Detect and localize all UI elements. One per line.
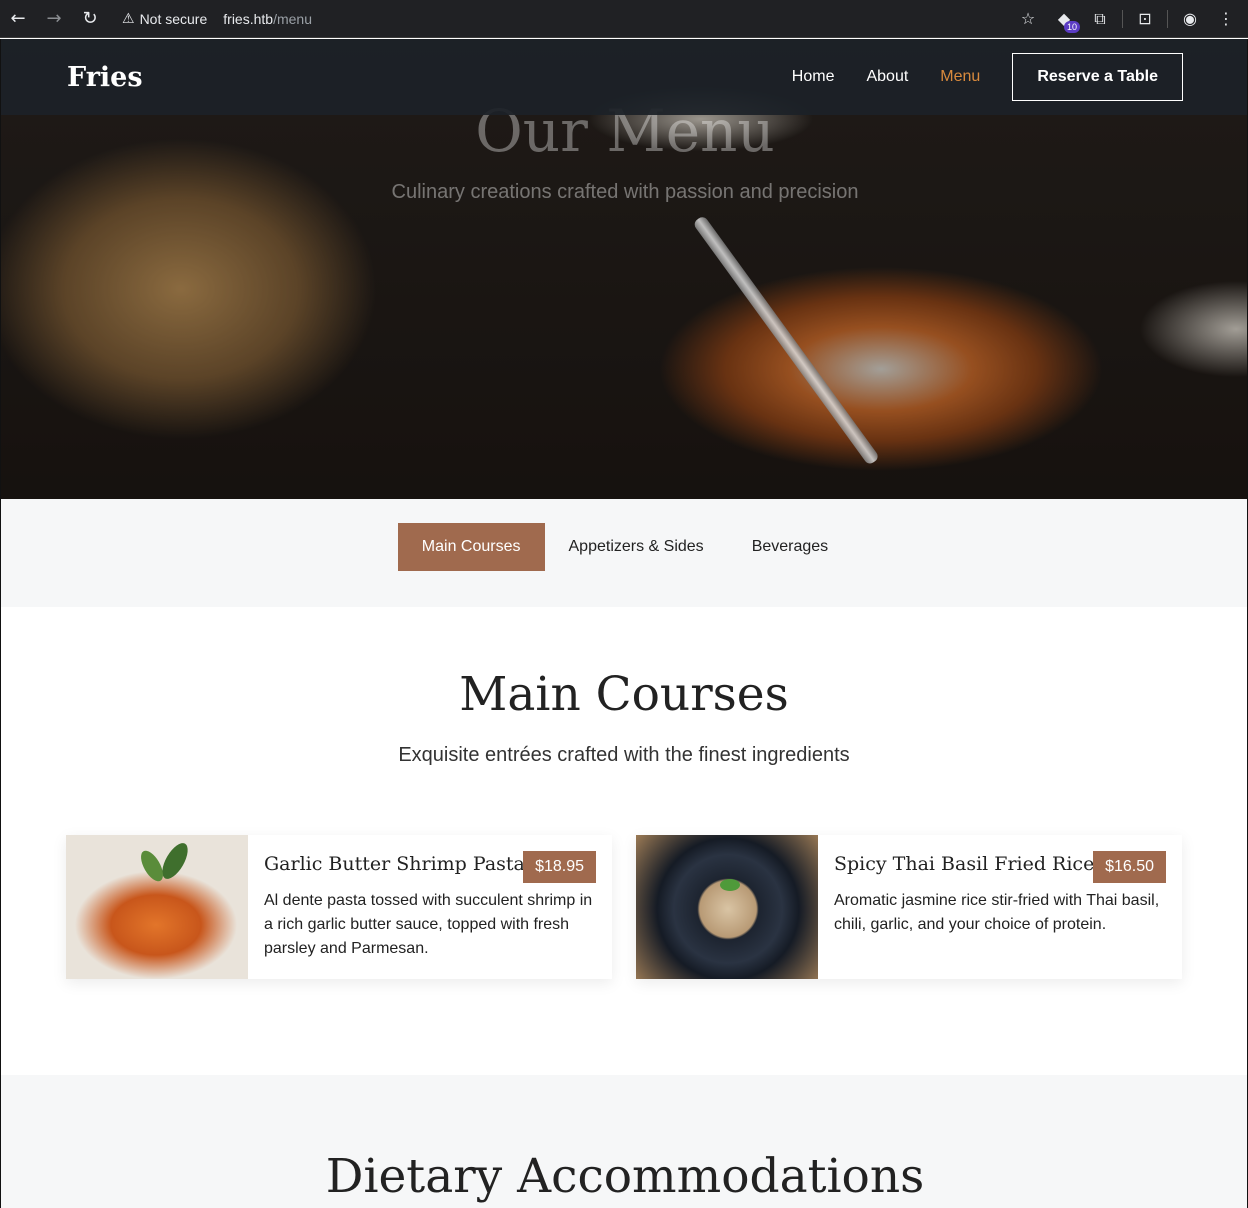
forward-icon[interactable]: →: [36, 4, 72, 34]
nav-link-menu[interactable]: Menu: [940, 68, 980, 86]
browser-toolbar: ← → ↻ ⚠ Not secure fries.htb/menu ☆ ◆ 10 …: [0, 0, 1248, 38]
menu-item-card: Garlic Butter Shrimp Pasta $18.95 Al den…: [66, 835, 612, 979]
herb-garnish-decoration: [720, 879, 740, 891]
menu-item-description: Aromatic jasmine rice stir-fried with Th…: [834, 892, 1160, 933]
menu-item-name: Garlic Butter Shrimp Pasta: [264, 853, 525, 875]
menu-item-price: $16.50: [1093, 851, 1166, 883]
kebab-menu-icon[interactable]: ⋮: [1208, 4, 1244, 34]
menu-item-image-pasta: [66, 835, 248, 979]
hero-subtitle: Culinary creations crafted with passion …: [391, 181, 859, 203]
tab-main-courses[interactable]: Main Courses: [397, 523, 545, 571]
main-nav: Home About Menu Reserve a Table: [760, 53, 1247, 101]
extension-icon[interactable]: ◆ 10: [1046, 4, 1082, 34]
menu-item-name: Spicy Thai Basil Fried Rice: [834, 853, 1095, 875]
tab-appetizers-sides[interactable]: Appetizers & Sides: [545, 523, 728, 571]
toolbar-divider: [1122, 9, 1123, 28]
menu-category-tabs: Main Courses Appetizers & Sides Beverage…: [1, 499, 1247, 607]
menu-item-image-fried-rice: [636, 835, 818, 979]
puzzle-icon[interactable]: ⧉: [1082, 4, 1118, 34]
address-bar[interactable]: ⚠ Not secure fries.htb/menu: [122, 4, 312, 34]
search-tabs-icon[interactable]: ⊡: [1127, 4, 1163, 34]
dietary-section: Dietary Accommodations: [1, 1075, 1247, 1208]
extension-badge: 10: [1063, 20, 1080, 33]
url-path: /menu: [273, 10, 312, 27]
url-host: fries.htb: [223, 10, 274, 27]
menu-item-price: $18.95: [523, 851, 596, 883]
dietary-section-title: Dietary Accommodations: [325, 1149, 925, 1204]
security-label: Not secure: [139, 10, 208, 27]
back-icon[interactable]: ←: [0, 4, 36, 34]
page: Our Menu Culinary creations crafted with…: [0, 39, 1248, 1208]
brand-logo[interactable]: Fries: [67, 62, 143, 93]
menu-item-card: Spicy Thai Basil Fried Rice $16.50 Aroma…: [636, 835, 1182, 979]
reserve-table-button[interactable]: Reserve a Table: [1012, 53, 1183, 101]
section-subtitle: Exquisite entrées crafted with the fines…: [398, 744, 850, 766]
profile-icon[interactable]: ◉: [1172, 4, 1208, 34]
nav-link-about[interactable]: About: [866, 68, 908, 86]
site-header: Fries Home About Menu Reserve a Table: [1, 39, 1247, 115]
menu-item-description: Al dente pasta tossed with succulent shr…: [264, 892, 593, 957]
tab-beverages[interactable]: Beverages: [728, 523, 853, 571]
nav-link-home[interactable]: Home: [792, 68, 835, 86]
reload-icon[interactable]: ↻: [72, 4, 108, 34]
toolbar-divider: [1167, 9, 1168, 28]
bookmark-star-icon[interactable]: ☆: [1010, 4, 1046, 34]
section-title: Main Courses: [459, 667, 789, 722]
hero-image-spoon: [692, 214, 880, 466]
warning-icon: ⚠: [122, 10, 135, 26]
